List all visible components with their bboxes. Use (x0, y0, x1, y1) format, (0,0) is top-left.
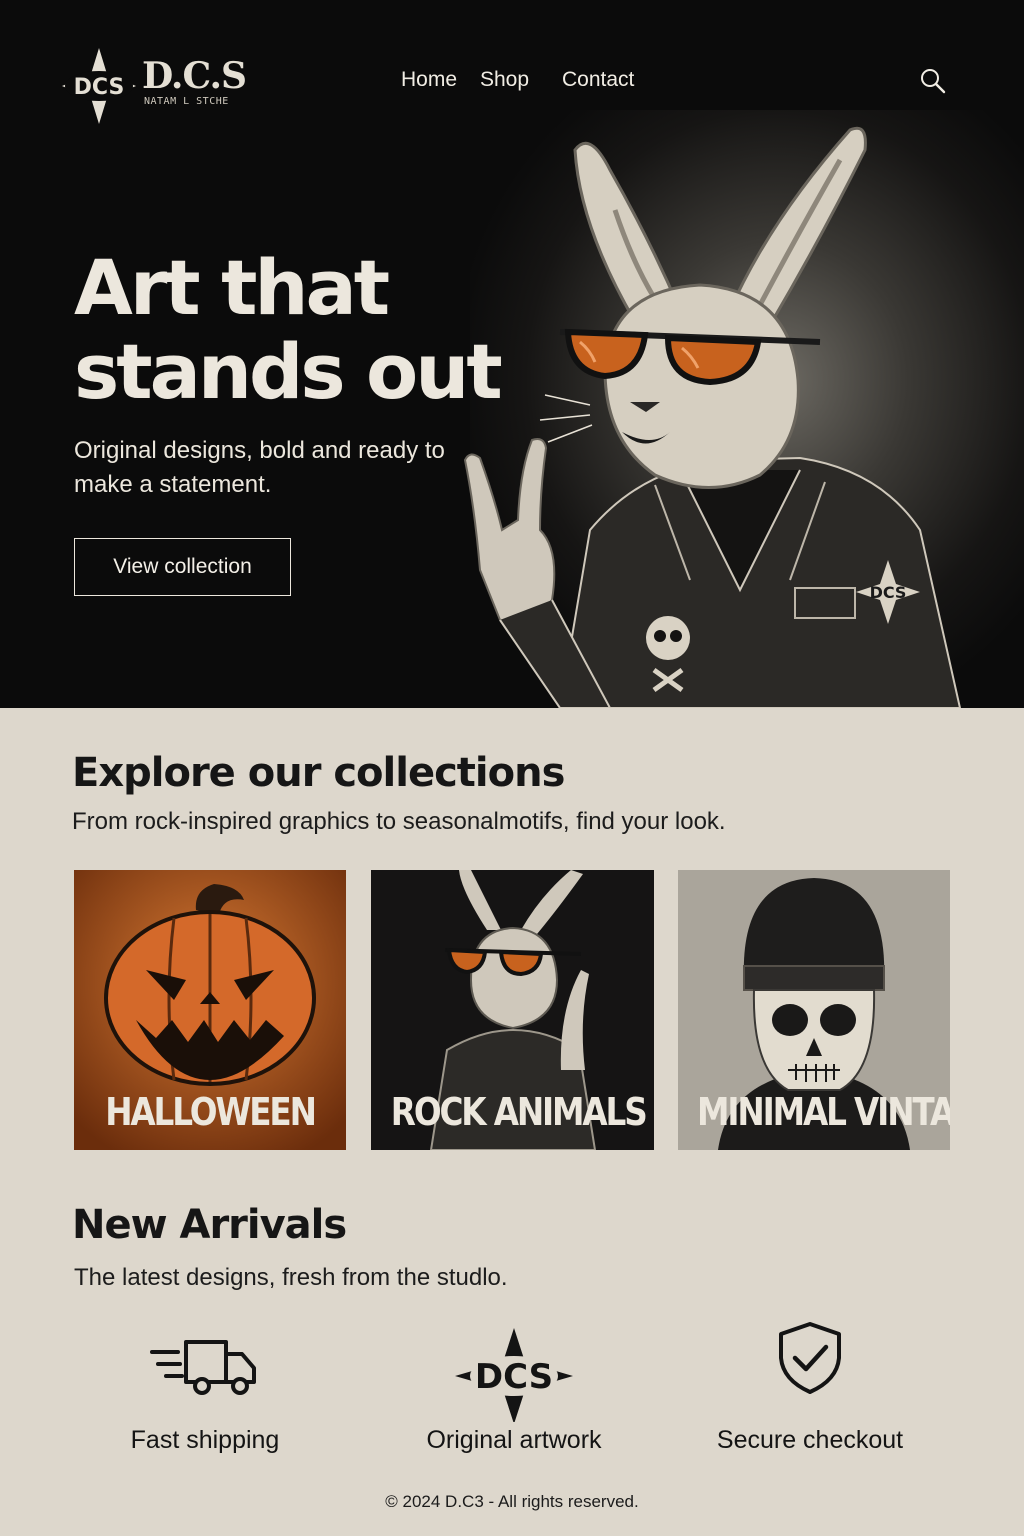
logo-text: D.C.S (142, 55, 247, 97)
hero-section: DCS DCS D.C.S NATAM L STCHE Home Shop Co… (0, 0, 1024, 708)
nav-item-home[interactable]: Home (401, 66, 457, 94)
new-arrivals-title: New Arrivals (72, 1202, 347, 1248)
dcs-star-logo-icon: DCS (455, 1328, 573, 1422)
shield-check-icon (779, 1322, 841, 1394)
search-icon[interactable] (918, 66, 946, 94)
collection-card-halloween[interactable]: HALLOWEEN (74, 870, 346, 1150)
nav-item-contact[interactable]: Contact (562, 66, 634, 94)
hero-subtitle: Original designs, bold and ready to make… (74, 437, 445, 498)
jacket-patch-text: DCS (870, 583, 907, 602)
collection-card-rock-animals[interactable]: ROCK ANIMALS (371, 870, 654, 1150)
collection-card-minimal-vintage[interactable]: MINIMAL VINTAGE (678, 870, 950, 1150)
logo-subtext: NATAM L STCHE (144, 96, 229, 107)
footer-copyright: © 2024 D.C3 - All rights reserved. (385, 1492, 639, 1511)
new-arrivals-subtitle: The latest designs, fresh from the studl… (74, 1264, 508, 1291)
feature-original-artwork: DCS Original artwork (364, 1328, 664, 1460)
collection-card-label: HALLOWEEN (105, 1090, 317, 1134)
feature-label: Fast shipping (130, 1426, 280, 1454)
collection-card-label: ROCK ANIMALS (390, 1090, 648, 1134)
collections-title: Explore our collections (72, 750, 565, 796)
feature-label: Secure checkout (716, 1426, 904, 1454)
view-collection-button[interactable]: View collection (74, 538, 291, 596)
feature-mark-text: DCS (475, 1357, 553, 1397)
nav-item-shop[interactable]: Shop (480, 66, 529, 94)
brand-logo[interactable]: DCS D.C.S NATAM L STCHE (60, 46, 247, 126)
truck-icon (150, 1340, 256, 1395)
feature-secure-checkout: Secure checkout (660, 1322, 960, 1460)
collections-subtitle: From rock-inspired graphics to seasonalm… (72, 808, 726, 835)
hero-title: Art that stands out (74, 243, 503, 416)
collection-card-label: MINIMAL VINTAGE (697, 1090, 950, 1134)
logo-mark-text: DCS (74, 75, 125, 100)
feature-label: Original artwork (426, 1426, 602, 1454)
dcs-star-logo-icon: DCS (62, 48, 136, 124)
collection-cards: HALLOWEEN ROCK ANIMALS MINIMAL VINT (0, 870, 1024, 1150)
feature-fast-shipping: Fast shipping (55, 1330, 355, 1460)
